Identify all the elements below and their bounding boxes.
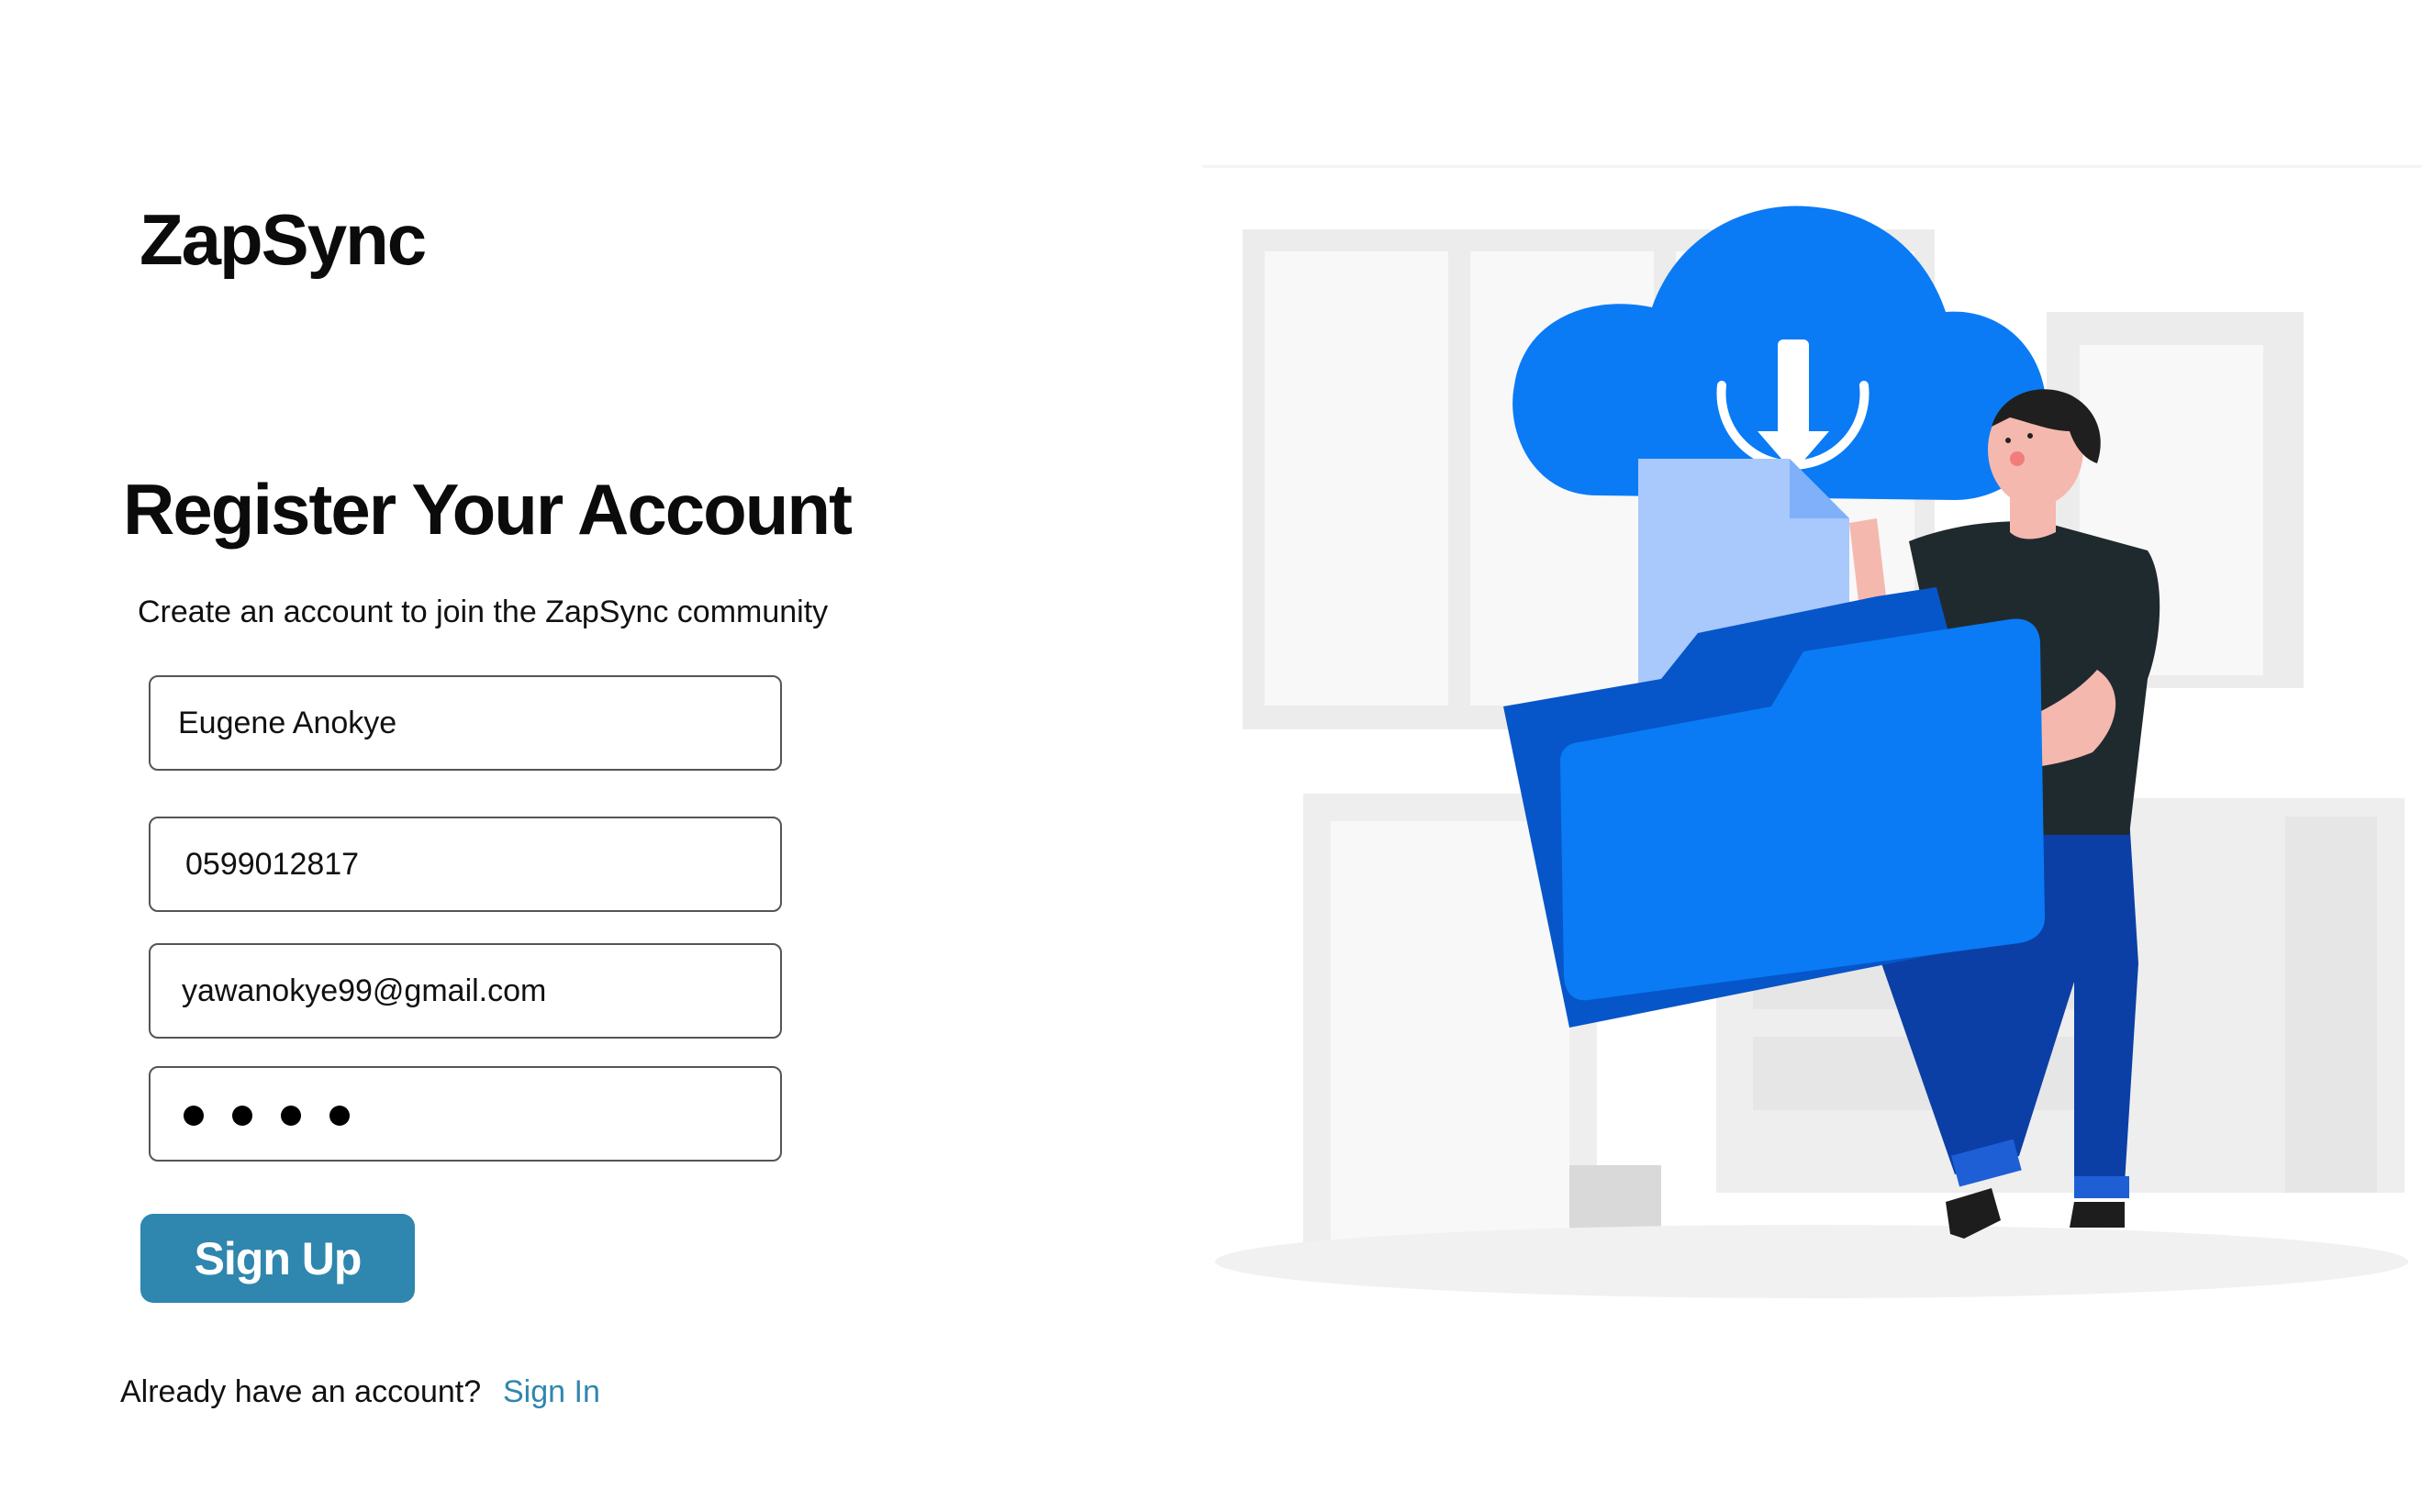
logo: ZapSync xyxy=(140,199,427,280)
sign-in-link[interactable]: Sign In xyxy=(503,1376,600,1407)
name-field[interactable] xyxy=(149,675,782,771)
sign-up-button[interactable]: Sign Up xyxy=(140,1214,415,1303)
email-field[interactable] xyxy=(149,943,782,1039)
page-title: Register Your Account xyxy=(123,469,853,550)
hero-illustration xyxy=(1202,165,2422,1298)
password-field[interactable] xyxy=(149,1066,782,1162)
page-subtitle: Create an account to join the ZapSync co… xyxy=(138,595,829,629)
phone-field[interactable] xyxy=(149,817,782,912)
already-have-account-text: Already have an account? xyxy=(120,1374,482,1409)
